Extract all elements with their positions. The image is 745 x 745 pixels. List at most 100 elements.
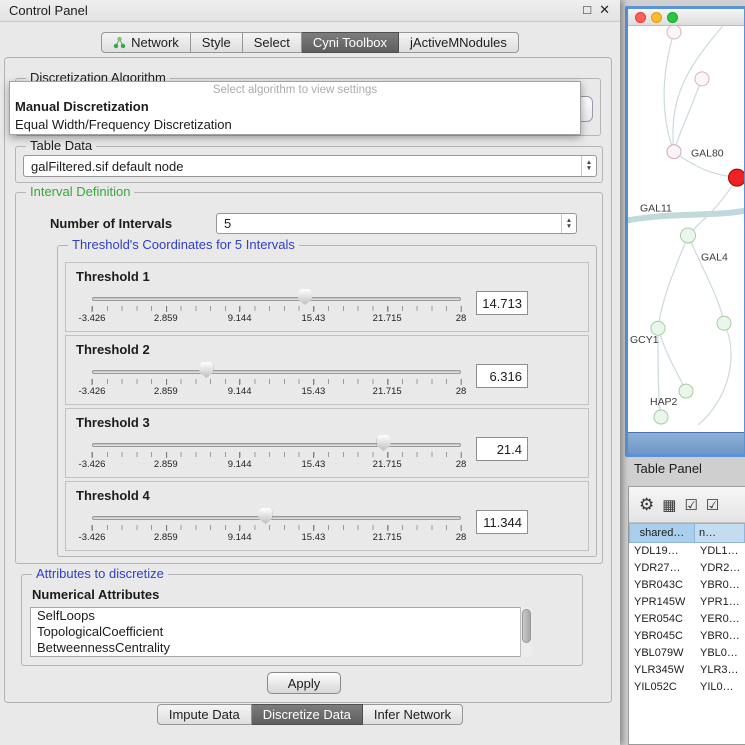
threshold-label: Threshold 1 <box>66 263 588 285</box>
threshold-label: Threshold 3 <box>66 409 588 431</box>
node[interactable] <box>654 410 668 424</box>
threshold-slider[interactable]: -3.4262.8599.14415.4321.71528 <box>92 287 461 327</box>
tab-label: jActiveMNodules <box>410 35 507 50</box>
zoom-traffic-light-icon[interactable] <box>667 12 678 23</box>
minimize-traffic-light-icon[interactable] <box>651 12 662 23</box>
threshold-value-box[interactable]: 11.344 <box>476 510 528 534</box>
columns-icon[interactable]: ▦ <box>662 496 676 514</box>
threshold-row: Threshold 4-3.4262.8599.14415.4321.71528… <box>65 481 589 551</box>
tick-label: 28 <box>456 386 467 397</box>
tick-label: -3.426 <box>79 532 106 543</box>
tab-label: Discretize Data <box>263 707 351 722</box>
tick-label: 2.859 <box>154 459 178 470</box>
node-label: GAL4 <box>701 252 728 263</box>
threshold-rows: Threshold 1-3.4262.8599.14415.4321.71528… <box>65 262 589 554</box>
attribute-list[interactable]: SelfLoopsTopologicalCoefficientBetweenne… <box>30 607 532 657</box>
tab-label: Network <box>131 35 179 50</box>
threshold-slider[interactable]: -3.4262.8599.14415.4321.71528 <box>92 433 461 473</box>
cell-name: YLR3… <box>695 662 745 679</box>
network-window-footer <box>628 432 744 454</box>
threshold-slider[interactable]: -3.4262.8599.14415.4321.71528 <box>92 506 461 546</box>
table-row[interactable]: YER054CYER0… <box>629 611 745 628</box>
table-row[interactable]: YIL052CYIL0… <box>629 679 745 696</box>
threshold-value-box[interactable]: 6.316 <box>476 364 528 388</box>
table-data-group: Table Data galFiltered.sif default node … <box>15 146 603 183</box>
slider-thumb[interactable] <box>199 362 213 378</box>
checkbox-icon[interactable]: ☑ <box>706 496 719 514</box>
node[interactable] <box>667 26 681 39</box>
node-gcy1[interactable] <box>651 321 665 335</box>
threshold-row: Threshold 2-3.4262.8599.14415.4321.71528… <box>65 335 589 405</box>
table-row[interactable]: YDL19…YDL1… <box>629 543 745 560</box>
group-legend: Threshold's Coordinates for 5 Intervals <box>68 237 299 252</box>
gear-icon[interactable]: ⚙ <box>639 495 654 515</box>
slider-thumb[interactable] <box>377 435 391 451</box>
table-data-combo[interactable]: galFiltered.sif default node ▲▼ <box>23 155 597 177</box>
threshold-value-box[interactable]: 14.713 <box>476 291 528 315</box>
slider-track[interactable] <box>92 297 461 301</box>
slider-track[interactable] <box>92 370 461 374</box>
tab-discretize-data[interactable]: Discretize Data <box>252 704 363 725</box>
threshold-coordinates-group: Threshold's Coordinates for 5 Intervals … <box>57 245 597 557</box>
table-row[interactable]: YBR045CYBR0… <box>629 628 745 645</box>
tick-label: 21.715 <box>373 532 402 543</box>
table-row[interactable]: YBR043CYBR0… <box>629 577 745 594</box>
attribute-item[interactable]: TopologicalCoefficient <box>31 624 531 640</box>
node-gal4[interactable] <box>681 228 696 243</box>
attribute-item[interactable]: BetweennessCentrality <box>31 640 531 656</box>
selected-node[interactable] <box>729 169 745 186</box>
threshold-value-box[interactable]: 21.4 <box>476 437 528 461</box>
tab-style[interactable]: Style <box>191 32 243 53</box>
threshold-row: Threshold 3-3.4262.8599.14415.4321.71528… <box>65 408 589 478</box>
number-of-intervals-label: Number of Intervals <box>50 216 172 231</box>
group-legend: Interval Definition <box>26 184 134 199</box>
network-window: GAL80 GAL11 GAL4 GCY1 HAP2 <box>625 6 745 457</box>
tick-label: 28 <box>456 313 467 324</box>
slider-thumb[interactable] <box>258 508 272 524</box>
cell-shared-name: YLR345W <box>629 662 695 679</box>
table-row[interactable]: YPR145WYPR1… <box>629 594 745 611</box>
dropdown-placeholder: Select algorithm to view settings <box>10 82 580 98</box>
slider-thumb[interactable] <box>298 289 312 305</box>
tab-jactivemnodules[interactable]: jActiveMNodules <box>399 32 519 53</box>
numerical-attributes-label: Numerical Attributes <box>32 587 159 602</box>
slider-track[interactable] <box>92 516 461 520</box>
close-traffic-light-icon[interactable] <box>635 12 646 23</box>
network-window-titlebar[interactable] <box>628 9 744 26</box>
table-row[interactable]: YBL079WYBL0… <box>629 645 745 662</box>
attribute-item[interactable]: SelfLoops <box>31 608 531 624</box>
node-hap2[interactable] <box>679 384 693 398</box>
tab-infer-network[interactable]: Infer Network <box>363 704 463 725</box>
attribute-list-scrollbar[interactable] <box>520 607 532 657</box>
network-canvas[interactable]: GAL80 GAL11 GAL4 GCY1 HAP2 <box>628 26 744 432</box>
threshold-slider[interactable]: -3.4262.8599.14415.4321.71528 <box>92 360 461 400</box>
tab-network[interactable]: Network <box>101 32 191 53</box>
scrollbar-thumb[interactable] <box>522 609 531 643</box>
combo-stepper-icon: ▲▼ <box>581 156 596 176</box>
dropdown-option-manual-discretization[interactable]: Manual Discretization <box>10 98 580 116</box>
cell-shared-name: YBL079W <box>629 645 695 662</box>
float-window-icon[interactable]: □ <box>583 2 591 18</box>
slider-track[interactable] <box>92 443 461 447</box>
tab-cyni-toolbox[interactable]: Cyni Toolbox <box>302 32 399 53</box>
number-of-intervals-combo[interactable]: 5 ▲▼ <box>216 213 577 234</box>
column-header-shared-name[interactable]: shared… <box>629 523 695 543</box>
column-header-name[interactable]: n… <box>695 523 745 543</box>
cyni-toolbox-panel: Discretization Algorithm Select algorith… <box>4 57 612 703</box>
network-icon <box>113 36 126 49</box>
checkbox-icon[interactable]: ☑ <box>684 496 697 514</box>
tab-select[interactable]: Select <box>243 32 302 53</box>
node[interactable] <box>717 316 731 330</box>
threshold-row: Threshold 1-3.4262.8599.14415.4321.71528… <box>65 262 589 332</box>
apply-button[interactable]: Apply <box>267 672 341 694</box>
table-row[interactable]: YLR345WYLR3… <box>629 662 745 679</box>
node[interactable] <box>695 72 709 86</box>
control-panel-titlebar[interactable]: Control Panel □ ✕ <box>0 0 620 22</box>
node-gal80[interactable] <box>667 145 681 159</box>
network-edges <box>628 26 744 425</box>
close-window-icon[interactable]: ✕ <box>599 2 610 18</box>
tab-impute-data[interactable]: Impute Data <box>157 704 252 725</box>
dropdown-option-equal-width-frequency[interactable]: Equal Width/Frequency Discretization <box>10 116 580 134</box>
table-row[interactable]: YDR27…YDR2… <box>629 560 745 577</box>
tick-label: 28 <box>456 459 467 470</box>
